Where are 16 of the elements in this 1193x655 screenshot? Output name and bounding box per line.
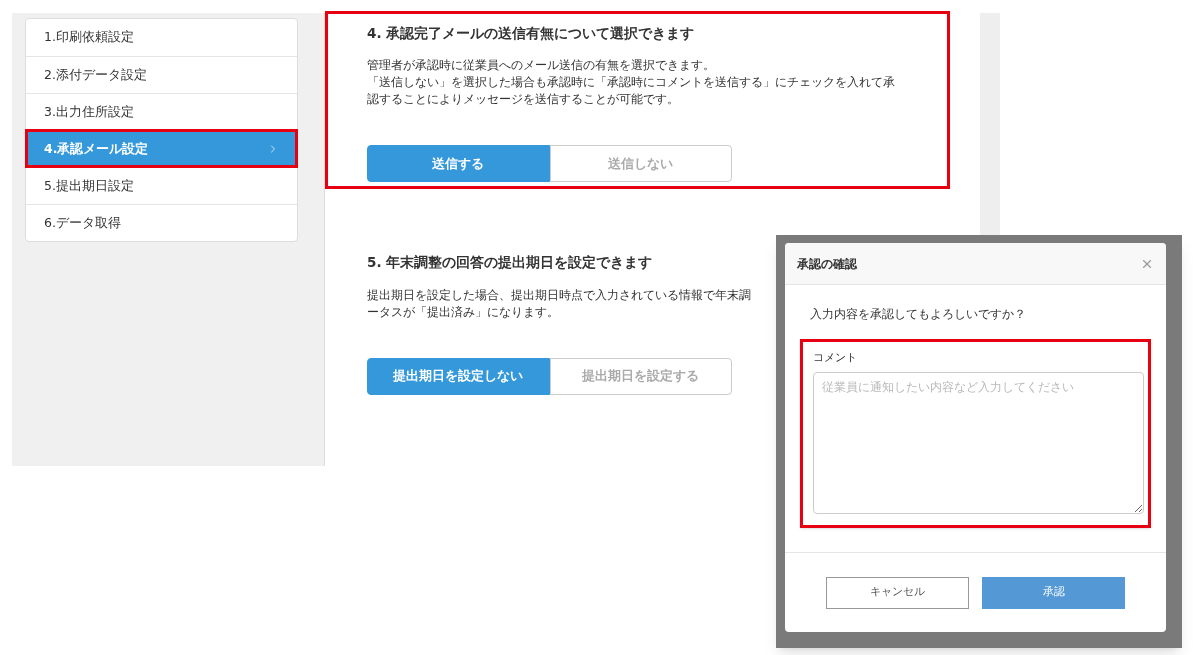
- description-line: 提出期日を設定した場合、提出期日時点で入力されている情報で年末調: [367, 286, 751, 304]
- section-title: 4. 承認完了メールの送信有無について選択できます: [367, 24, 695, 43]
- menu-item[interactable]: 6.データ取得: [26, 204, 297, 241]
- comment-field[interactable]: 従業員に通知したい内容など入力してください: [813, 371, 1144, 514]
- menu-item[interactable]: 5.提出期日設定: [26, 167, 297, 204]
- description-line: 認することによりメッセージを送信することが可能です。: [367, 91, 679, 109]
- description-line: 「送信しない」を選択した場合も承認時に「承認時にコメントを送信する」にチェックを入れて承: [367, 74, 895, 92]
- dialog-message: 入力内容を承認してもよろしいですか？: [810, 306, 1026, 323]
- description-line: ータスが「提出済み」になります。: [367, 303, 559, 321]
- dialog-title: 承認の確認: [797, 255, 857, 273]
- menu-item[interactable]: 2.添付データ設定: [26, 56, 297, 93]
- comment-label: コメント: [813, 350, 858, 365]
- cancel-button[interactable]: キャンセル: [826, 576, 969, 609]
- menu-item[interactable]: 1.印刷依頼設定: [26, 19, 297, 56]
- description-line: 管理者が承認時に従業員へのメール送信の有無を選択できます。: [367, 57, 715, 75]
- section-title: 5. 年末調整の回答の提出期日を設定できます: [367, 253, 653, 273]
